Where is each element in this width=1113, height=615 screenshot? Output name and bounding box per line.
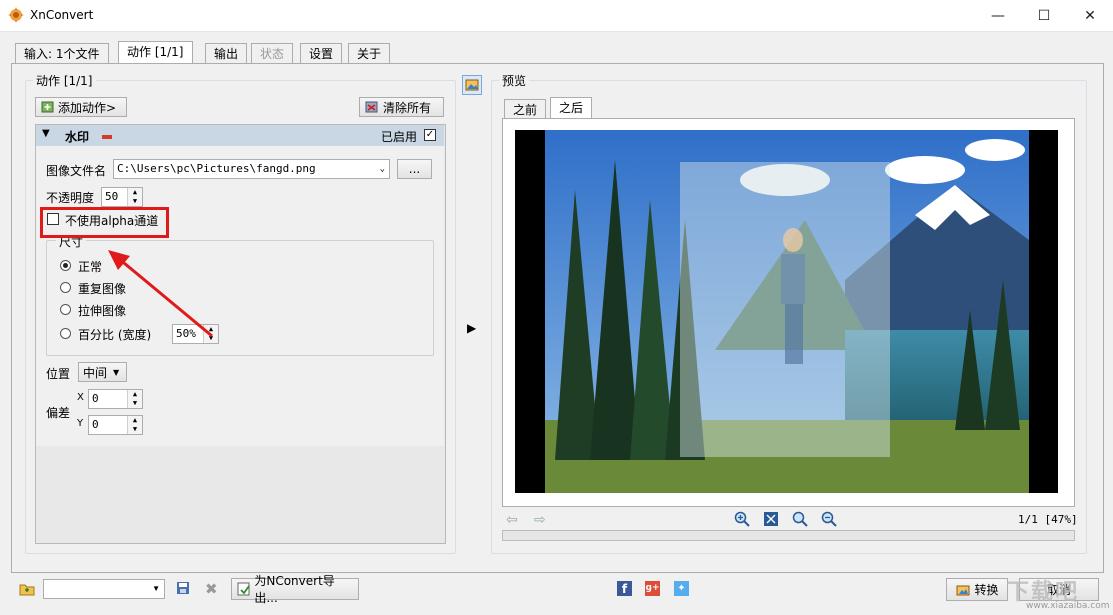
preview-tab-after[interactable]: 之后 [550,97,593,119]
delete-icon[interactable]: ✖ [205,580,218,598]
offset-x-spinner[interactable]: 0 ▲ ▼ [88,389,143,409]
tab-about[interactable]: 关于 [348,43,391,64]
convert-label: 转换 [974,583,999,597]
tab-output[interactable]: 输出 [205,43,248,64]
enabled-checkbox[interactable]: ✓ [424,129,436,141]
preview-group-title: 预览 [499,72,530,89]
spinner-arrows-icon[interactable]: ▲ ▼ [127,390,142,408]
chevron-down-icon: ▼ [152,584,160,593]
offset-y-value: 0 [92,418,99,431]
tab-status[interactable]: 状态 [251,43,294,64]
filename-value: C:\Users\pc\Pictures\fangd.png [117,162,316,175]
add-action-button[interactable]: 添加动作> [35,97,127,117]
twitter-icon[interactable]: ✦ [674,581,689,596]
chevron-down-icon: ▼ [113,367,120,377]
filename-combo[interactable]: C:\Users\pc\Pictures\fangd.png ⌄ [113,159,390,179]
save-icon[interactable] [176,581,190,598]
convert-icon [955,582,971,598]
offset-y-spinner[interactable]: 0 ▲ ▼ [88,415,143,435]
browse-button[interactable]: ... [397,159,432,179]
clear-all-label: 清除所有 [383,100,432,115]
image-icon [465,79,479,91]
window-title: XnConvert [30,8,94,22]
landscape-image [545,130,1029,493]
spinner-arrows-icon[interactable]: ▲ ▼ [127,188,142,206]
annotation-arrow [108,250,213,338]
highlight-box [40,207,169,238]
offset-label: 偏差 [46,406,71,420]
export-label: 为NConvert导出... [254,574,335,605]
google-plus-icon[interactable]: g+ [645,581,660,596]
preview-image [515,130,1058,493]
actions-group-title: 动作 [1/1] [33,72,96,89]
size-normal-label: 正常 [78,260,103,274]
collapse-arrow-icon[interactable]: ▼ [42,128,50,139]
title-bar: XnConvert — ☐ ✕ [0,0,1113,32]
clear-icon [364,99,380,115]
tab-settings[interactable]: 设置 [300,43,343,64]
facebook-icon[interactable]: f [617,581,632,596]
preview-scrollbar[interactable] [502,530,1075,541]
site-watermark-url: www.xiazaiba.com [1026,601,1110,611]
add-action-label: 添加动作> [58,100,117,115]
fit-window-icon[interactable] [763,511,779,530]
clear-all-button[interactable]: 清除所有 [359,97,444,117]
size-tile-radio[interactable] [60,282,71,293]
chevron-down-icon: ⌄ [379,164,385,174]
x-label: X [77,392,84,403]
position-label: 位置 [46,367,71,381]
export-icon [236,581,251,597]
add-icon [40,99,56,115]
tab-input[interactable]: 输入: 1个文件 [15,43,109,64]
offset-x-value: 0 [92,392,99,405]
size-normal-radio[interactable] [60,260,71,271]
spinner-arrows-icon[interactable]: ▲ ▼ [127,416,142,434]
enabled-label: 已启用 [381,130,418,144]
close-button[interactable]: ✕ [1067,0,1113,31]
app-logo-icon [8,7,24,23]
position-value: 中间 [83,365,108,380]
filename-label: 图像文件名 [46,164,107,178]
page-zoom-info: 1/1 [47%] [1018,513,1078,526]
minimize-button[interactable]: — [975,0,1021,31]
size-percent-radio[interactable] [60,328,71,339]
position-dropdown[interactable]: 中间 ▼ [78,362,127,382]
maximize-button[interactable]: ☐ [1021,0,1067,31]
opacity-label: 不透明度 [46,191,95,205]
tab-actions[interactable]: 动作 [1/1] [118,41,193,65]
zoom-out-icon[interactable] [821,511,837,530]
watermark-title: 水印 [65,130,90,144]
opacity-spinner[interactable]: 50 ▲ ▼ [101,187,143,207]
open-folder-icon[interactable] [19,581,35,600]
size-stretch-radio[interactable] [60,304,71,315]
export-nconvert-button[interactable]: 为NConvert导出... [231,574,359,605]
previous-icon[interactable]: ⇦ [506,512,518,528]
expand-right-icon[interactable]: ▶ [467,321,476,335]
next-icon[interactable]: ⇨ [534,512,546,528]
opacity-value: 50 [105,190,119,203]
remove-action-icon[interactable] [102,135,112,139]
preview-tab-before[interactable]: 之前 [504,99,547,118]
zoom-in-icon[interactable] [734,511,750,530]
actual-size-icon[interactable] [792,511,808,530]
preview-toggle-button[interactable] [462,75,482,95]
y-label: Y [77,418,84,429]
convert-button[interactable]: 转换 [946,578,1008,601]
preset-dropdown[interactable]: ▼ [43,579,165,599]
